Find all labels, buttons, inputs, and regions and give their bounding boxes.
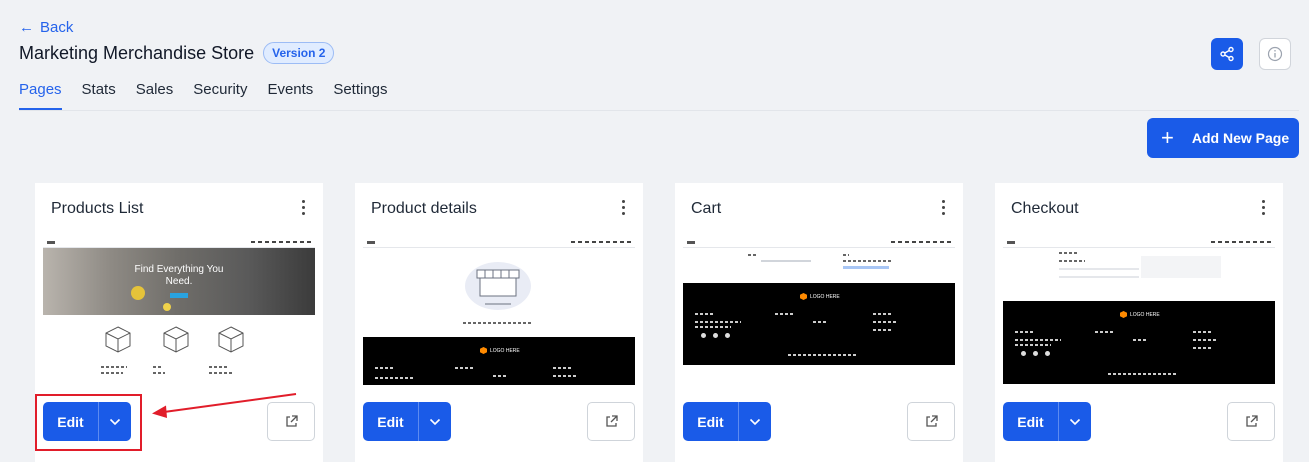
more-options-icon[interactable] (295, 197, 311, 217)
preview-hero-heading: Find Everything You Need. (134, 264, 224, 287)
chevron-down-icon (429, 418, 441, 425)
edit-split-button: Edit (683, 402, 771, 441)
external-link-icon (285, 415, 298, 427)
plus-icon: + (1161, 125, 1174, 150)
external-link-icon (925, 415, 938, 427)
preview-footer: LOGO HERE (363, 337, 635, 385)
edit-button[interactable]: Edit (363, 402, 419, 441)
page-preview-thumbnail: LOGO HERE (363, 238, 635, 385)
share-button[interactable] (1211, 38, 1243, 70)
back-label: Back (40, 19, 74, 36)
external-link-icon (1245, 415, 1258, 427)
edit-button[interactable]: Edit (1003, 402, 1059, 441)
chevron-down-icon (1069, 418, 1081, 425)
page-card-cart: Cart LOGO HERE Edit (675, 183, 963, 462)
page-card-products-list: Products List Find Everything You Need. … (35, 183, 323, 462)
page-title: Marketing Merchandise Store (19, 42, 255, 63)
box-icon (163, 326, 189, 353)
open-external-button[interactable] (267, 402, 315, 441)
arrow-left-icon: ← (19, 19, 34, 36)
card-title: Products List (51, 200, 144, 217)
edit-options-dropdown[interactable] (1059, 402, 1091, 441)
preview-logo-text: LOGO HERE (490, 347, 520, 354)
add-new-page-label: Add New Page (1191, 130, 1290, 146)
page-preview-thumbnail: LOGO HERE (683, 238, 955, 385)
tabs-divider (19, 110, 1299, 111)
share-icon (1220, 46, 1234, 62)
page-card-product-details: Product details LOGO HERE Edit (355, 183, 643, 462)
page-preview-thumbnail: LOGO HERE (1003, 238, 1275, 385)
more-options-icon[interactable] (935, 197, 951, 217)
preview-hero-banner: Find Everything You Need. (43, 248, 315, 315)
edit-options-dropdown[interactable] (99, 402, 131, 441)
card-title: Checkout (1011, 200, 1079, 217)
card-title: Cart (691, 200, 722, 217)
tab-security[interactable]: Security (193, 81, 247, 110)
edit-split-button: Edit (363, 402, 451, 441)
tab-events[interactable]: Events (267, 81, 313, 110)
chevron-down-icon (109, 418, 121, 425)
preview-footer: LOGO HERE (1003, 301, 1275, 384)
chevron-down-icon (749, 418, 761, 425)
preview-footer: LOGO HERE (683, 283, 955, 365)
add-new-page-button[interactable]: + Add New Page (1147, 118, 1299, 158)
tab-bar: Pages Stats Sales Security Events Settin… (19, 81, 388, 110)
preview-logo-text: LOGO HERE (1130, 311, 1160, 318)
card-title: Product details (371, 200, 477, 217)
info-icon (1267, 46, 1283, 62)
tab-pages[interactable]: Pages (19, 81, 62, 110)
info-button[interactable] (1259, 38, 1291, 70)
edit-split-button: Edit (1003, 402, 1091, 441)
tab-settings[interactable]: Settings (333, 81, 387, 110)
back-link[interactable]: ← Back (19, 19, 73, 36)
open-external-button[interactable] (1227, 402, 1275, 441)
open-external-button[interactable] (907, 402, 955, 441)
box-icon (218, 326, 244, 353)
page-header: Marketing Merchandise Store Version 2 (19, 42, 335, 64)
edit-button[interactable]: Edit (683, 402, 739, 441)
preview-logo-text: LOGO HERE (810, 293, 840, 300)
open-external-button[interactable] (587, 402, 635, 441)
tab-sales[interactable]: Sales (136, 81, 174, 110)
store-illustration-icon (465, 262, 531, 310)
tab-stats[interactable]: Stats (82, 81, 116, 110)
edit-button[interactable]: Edit (43, 402, 99, 441)
page-card-checkout: Checkout LOGO HERE Edit (995, 183, 1283, 462)
more-options-icon[interactable] (1255, 197, 1271, 217)
edit-options-dropdown[interactable] (419, 402, 451, 441)
more-options-icon[interactable] (615, 197, 631, 217)
box-icon (105, 326, 131, 353)
edit-options-dropdown[interactable] (739, 402, 771, 441)
external-link-icon (605, 415, 618, 427)
version-badge: Version 2 (263, 42, 335, 64)
page-preview-thumbnail: Find Everything You Need. (43, 238, 315, 385)
edit-split-button: Edit (43, 402, 131, 441)
